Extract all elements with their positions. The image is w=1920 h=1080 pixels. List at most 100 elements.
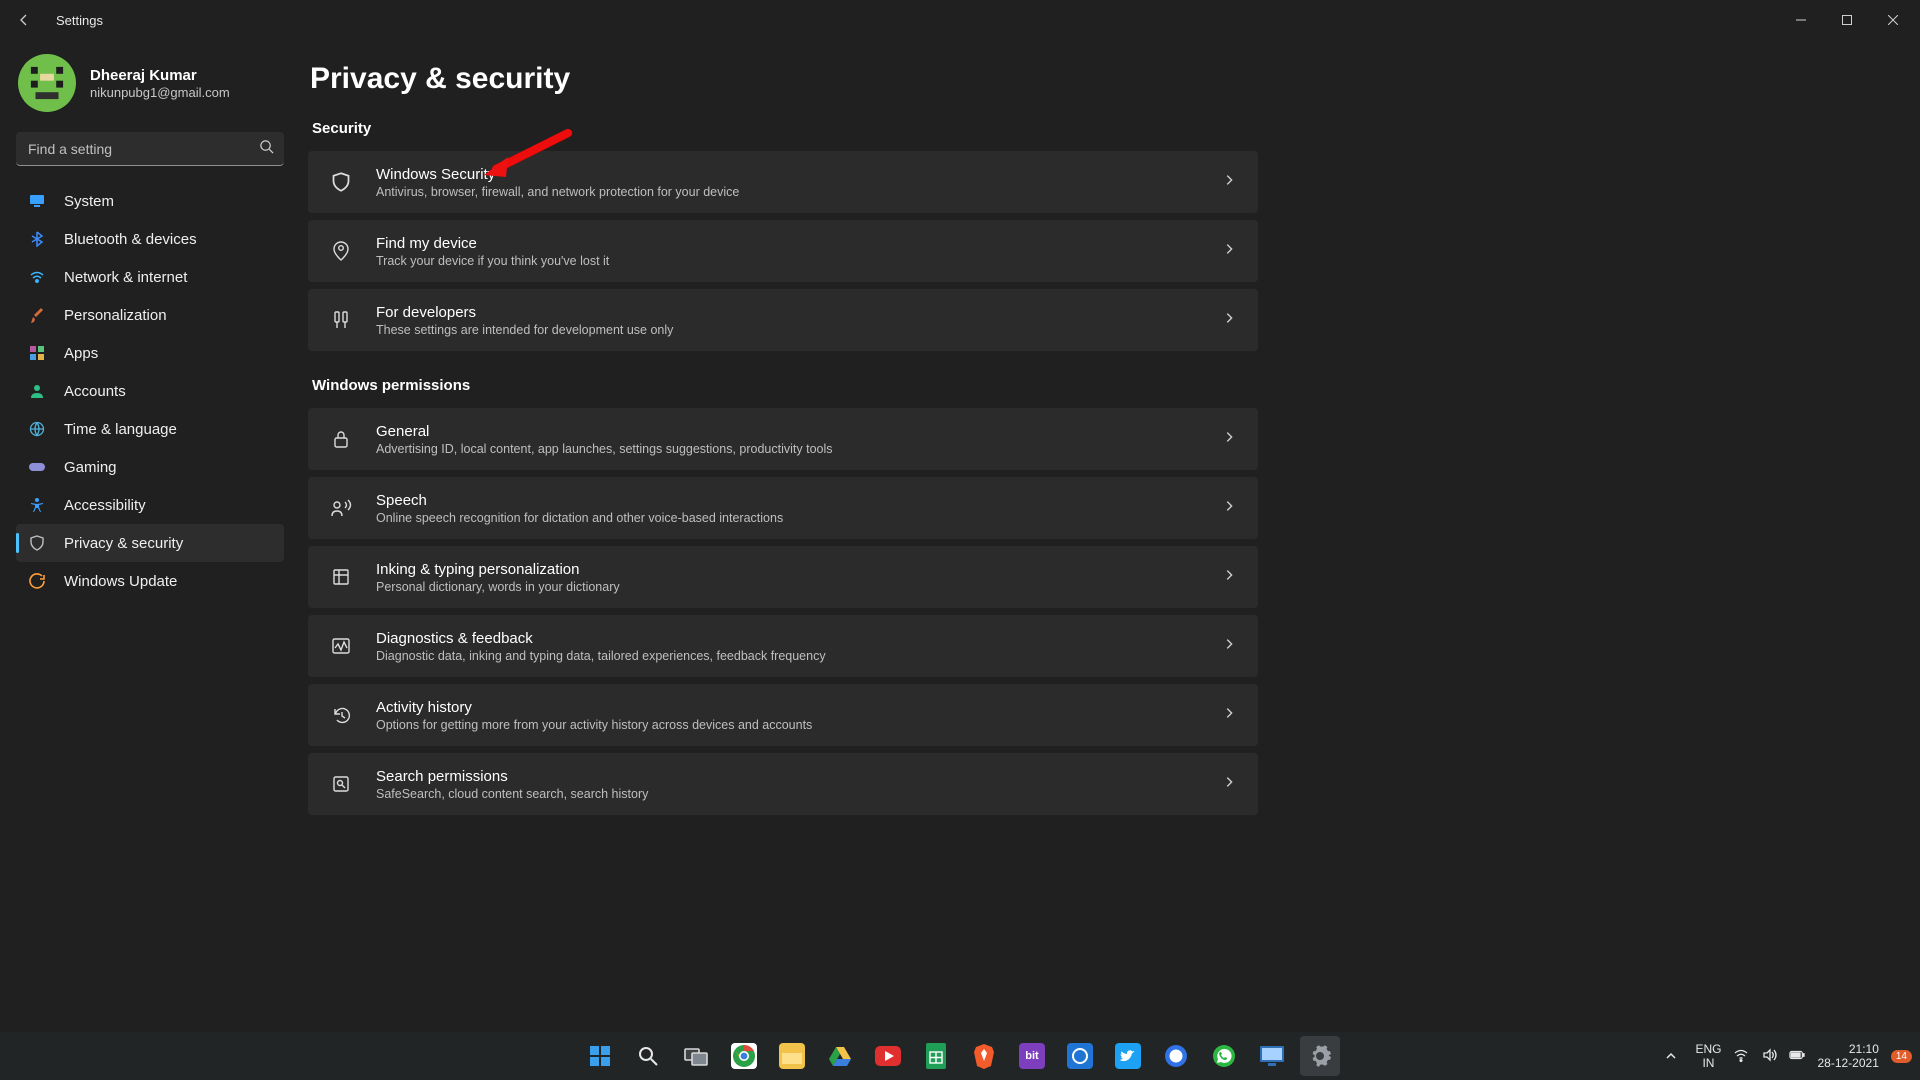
- avatar: [18, 54, 76, 112]
- taskbar-youtube[interactable]: [868, 1036, 908, 1076]
- setting-card-findmy[interactable]: Find my device Track your device if you …: [308, 220, 1258, 282]
- chevron-right-icon: [1222, 775, 1236, 794]
- taskbar-bit-app[interactable]: bit: [1012, 1036, 1052, 1076]
- sidebar-item-apps[interactable]: Apps: [16, 334, 284, 372]
- back-button[interactable]: [8, 4, 40, 36]
- card-desc: Diagnostic data, inking and typing data,…: [376, 649, 1198, 663]
- sidebar-item-label: Gaming: [64, 459, 117, 476]
- battery-icon[interactable]: [1789, 1047, 1805, 1066]
- maximize-button[interactable]: [1824, 0, 1870, 40]
- globe-icon: [28, 421, 46, 437]
- sidebar-item-label: Accounts: [64, 383, 126, 400]
- profile-name: Dheeraj Kumar: [90, 67, 230, 84]
- taskbar-google-sheets[interactable]: [916, 1036, 956, 1076]
- lang-bottom: IN: [1702, 1056, 1714, 1070]
- taskbar-whatsapp[interactable]: [1204, 1036, 1244, 1076]
- setting-card-activity[interactable]: Activity history Options for getting mor…: [308, 684, 1258, 746]
- setting-card-winsec[interactable]: Windows Security Antivirus, browser, fir…: [308, 151, 1258, 213]
- chevron-right-icon: [1222, 637, 1236, 656]
- section-heading: Windows permissions: [312, 377, 1892, 394]
- sidebar-item-accounts[interactable]: Accounts: [16, 372, 284, 410]
- wifi-icon[interactable]: [1733, 1047, 1749, 1066]
- geo-person-icon: [330, 241, 352, 261]
- sidebar-item-label: Accessibility: [64, 497, 146, 514]
- volume-icon[interactable]: [1761, 1047, 1777, 1066]
- sidebar-item-accessibility[interactable]: Accessibility: [16, 486, 284, 524]
- chevron-right-icon: [1222, 430, 1236, 449]
- tray-overflow-button[interactable]: [1659, 1036, 1683, 1076]
- lang-top: ENG: [1695, 1042, 1721, 1056]
- sidebar-item-network[interactable]: Network & internet: [16, 258, 284, 296]
- clock[interactable]: 21:10 28-12-2021: [1817, 1042, 1878, 1070]
- chevron-right-icon: [1222, 311, 1236, 330]
- taskbar-twitter[interactable]: [1108, 1036, 1148, 1076]
- sidebar-item-update[interactable]: Windows Update: [16, 562, 284, 600]
- setting-card-dev[interactable]: For developers These settings are intend…: [308, 289, 1258, 351]
- sidebar-item-system[interactable]: System: [16, 182, 284, 220]
- taskbar-blue-circle-app[interactable]: [1060, 1036, 1100, 1076]
- card-desc: Track your device if you think you've lo…: [376, 254, 1198, 268]
- sidebar-item-label: Network & internet: [64, 269, 187, 286]
- card-title: Windows Security: [376, 166, 1198, 183]
- nav-list: System Bluetooth & devices Network & int…: [16, 182, 284, 600]
- gamepad-icon: [28, 460, 46, 474]
- sidebar: Dheeraj Kumar nikunpubg1@gmail.com Syste…: [0, 40, 300, 1032]
- setting-card-inking[interactable]: Inking & typing personalization Personal…: [308, 546, 1258, 608]
- notification-badge[interactable]: 14: [1891, 1050, 1912, 1063]
- taskbar-start-button[interactable]: [580, 1036, 620, 1076]
- sidebar-item-label: Windows Update: [64, 573, 177, 590]
- taskbar-google-drive[interactable]: [820, 1036, 860, 1076]
- taskbar: bit ENG IN 21:10 28-12-2021 14: [0, 1032, 1920, 1080]
- close-button[interactable]: [1870, 0, 1916, 40]
- taskbar-chrome[interactable]: [724, 1036, 764, 1076]
- card-title: Activity history: [376, 699, 1198, 716]
- taskbar-search-button[interactable]: [628, 1036, 668, 1076]
- search-box[interactable]: [16, 132, 284, 166]
- taskbar-task-view-button[interactable]: [676, 1036, 716, 1076]
- speech-icon: [330, 498, 352, 518]
- card-title: Find my device: [376, 235, 1198, 252]
- setting-card-diag[interactable]: Diagnostics & feedback Diagnostic data, …: [308, 615, 1258, 677]
- chevron-right-icon: [1222, 173, 1236, 192]
- accessibility-icon: [28, 497, 46, 513]
- taskbar-signal[interactable]: [1156, 1036, 1196, 1076]
- profile-block[interactable]: Dheeraj Kumar nikunpubg1@gmail.com: [18, 54, 284, 112]
- sidebar-item-label: System: [64, 193, 114, 210]
- setting-card-general[interactable]: General Advertising ID, local content, a…: [308, 408, 1258, 470]
- bluetooth-icon: [28, 231, 46, 247]
- taskbar-settings-app[interactable]: [1300, 1036, 1340, 1076]
- taskbar-brave[interactable]: [964, 1036, 1004, 1076]
- chevron-right-icon: [1222, 706, 1236, 725]
- sidebar-item-time[interactable]: Time & language: [16, 410, 284, 448]
- diagnostics-icon: [330, 636, 352, 656]
- taskbar-file-explorer[interactable]: [772, 1036, 812, 1076]
- app-title: Settings: [56, 13, 103, 28]
- card-title: Search permissions: [376, 768, 1198, 785]
- card-title: Speech: [376, 492, 1198, 509]
- shield-icon: [28, 535, 46, 551]
- sidebar-item-label: Apps: [64, 345, 98, 362]
- inking-icon: [330, 567, 352, 587]
- language-indicator[interactable]: ENG IN: [1695, 1042, 1721, 1070]
- clock-time: 21:10: [1849, 1042, 1879, 1056]
- sidebar-item-personalization[interactable]: Personalization: [16, 296, 284, 334]
- sidebar-item-privacy[interactable]: Privacy & security: [16, 524, 284, 562]
- search-icon: [259, 139, 274, 159]
- card-title: For developers: [376, 304, 1198, 321]
- setting-card-searchperm[interactable]: Search permissions SafeSearch, cloud con…: [308, 753, 1258, 815]
- sidebar-item-bluetooth[interactable]: Bluetooth & devices: [16, 220, 284, 258]
- chevron-right-icon: [1222, 568, 1236, 587]
- content-pane: Privacy & security Security Windows Secu…: [300, 40, 1920, 1032]
- brush-icon: [28, 307, 46, 323]
- taskbar-monitor-app[interactable]: [1252, 1036, 1292, 1076]
- page-title: Privacy & security: [310, 62, 1892, 96]
- card-desc: Antivirus, browser, firewall, and networ…: [376, 185, 1198, 199]
- chevron-right-icon: [1222, 499, 1236, 518]
- chevron-right-icon: [1222, 242, 1236, 261]
- sidebar-item-label: Personalization: [64, 307, 167, 324]
- minimize-button[interactable]: [1778, 0, 1824, 40]
- search-input[interactable]: [16, 132, 284, 166]
- wifi-icon: [28, 269, 46, 285]
- sidebar-item-gaming[interactable]: Gaming: [16, 448, 284, 486]
- setting-card-speech[interactable]: Speech Online speech recognition for dic…: [308, 477, 1258, 539]
